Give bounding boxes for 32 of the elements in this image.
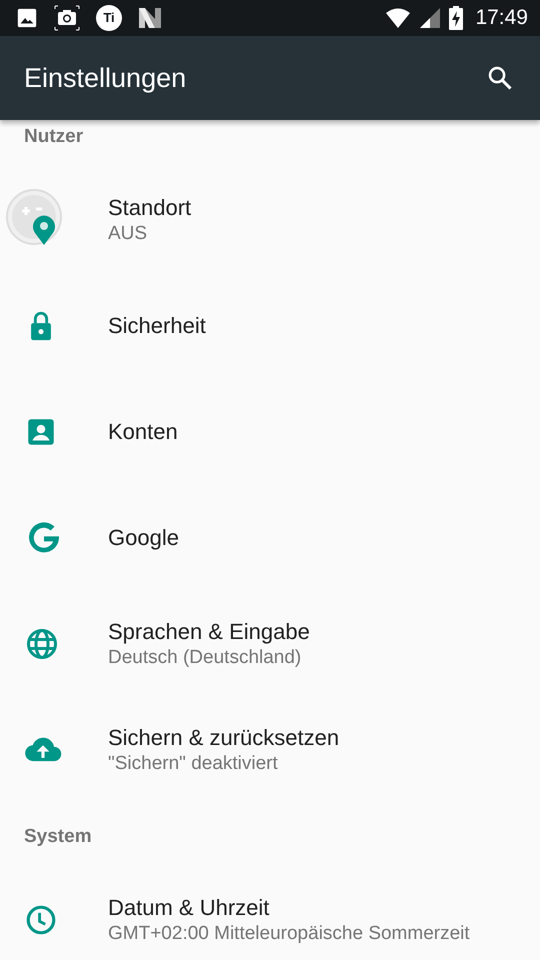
settings-item[interactable]: Datum & Uhrzeit GMT+02:00 Mitteleuropäische Sommerzeit [0,867,540,960]
settings-item[interactable]: Sichern & zurücksetzen "Sichern" deaktiviert [0,697,540,803]
battery-icon [449,6,464,30]
item-subtitle: Deutsch (Deutschland) [108,646,302,670]
image-icon [16,7,38,29]
search-icon [486,64,514,92]
section-header: System [24,826,92,847]
item-title: Google [108,524,179,552]
signal-icon [419,7,442,29]
settings-item[interactable]: Sprachen & Eingabe Deutsch (Deutschland) [0,591,540,697]
settings-item[interactable]: Standort AUS [0,167,540,273]
toolbar-title: Einstellungen [24,62,186,95]
settings-item[interactable]: Google [0,485,540,591]
settings-item[interactable]: Konten [0,379,540,485]
item-title: Sichern & zurücksetzen [108,724,340,752]
wifi-icon [385,7,412,29]
clock-text: 17:49 [475,5,528,32]
item-title: Datum & Uhrzeit [108,894,270,922]
app-badge: Ti [96,5,122,31]
item-subtitle: "Sichern" deaktiviert [108,752,279,776]
item-subtitle: AUS [108,222,148,246]
item-title: Sicherheit [108,312,206,340]
globe-icon [24,626,60,662]
clock-icon [24,903,58,937]
section-header: Nutzer [24,126,84,147]
screenshot-icon [54,5,80,31]
item-title: Standort [108,194,192,222]
logo-icon [138,7,162,29]
item-title: Konten [108,418,178,446]
item-subtitle: GMT+02:00 Mitteleuropäische Sommerzeit [108,922,470,946]
item-title: Sprachen & Eingabe [108,618,310,646]
settings-item[interactable]: Sicherheit [0,273,540,379]
